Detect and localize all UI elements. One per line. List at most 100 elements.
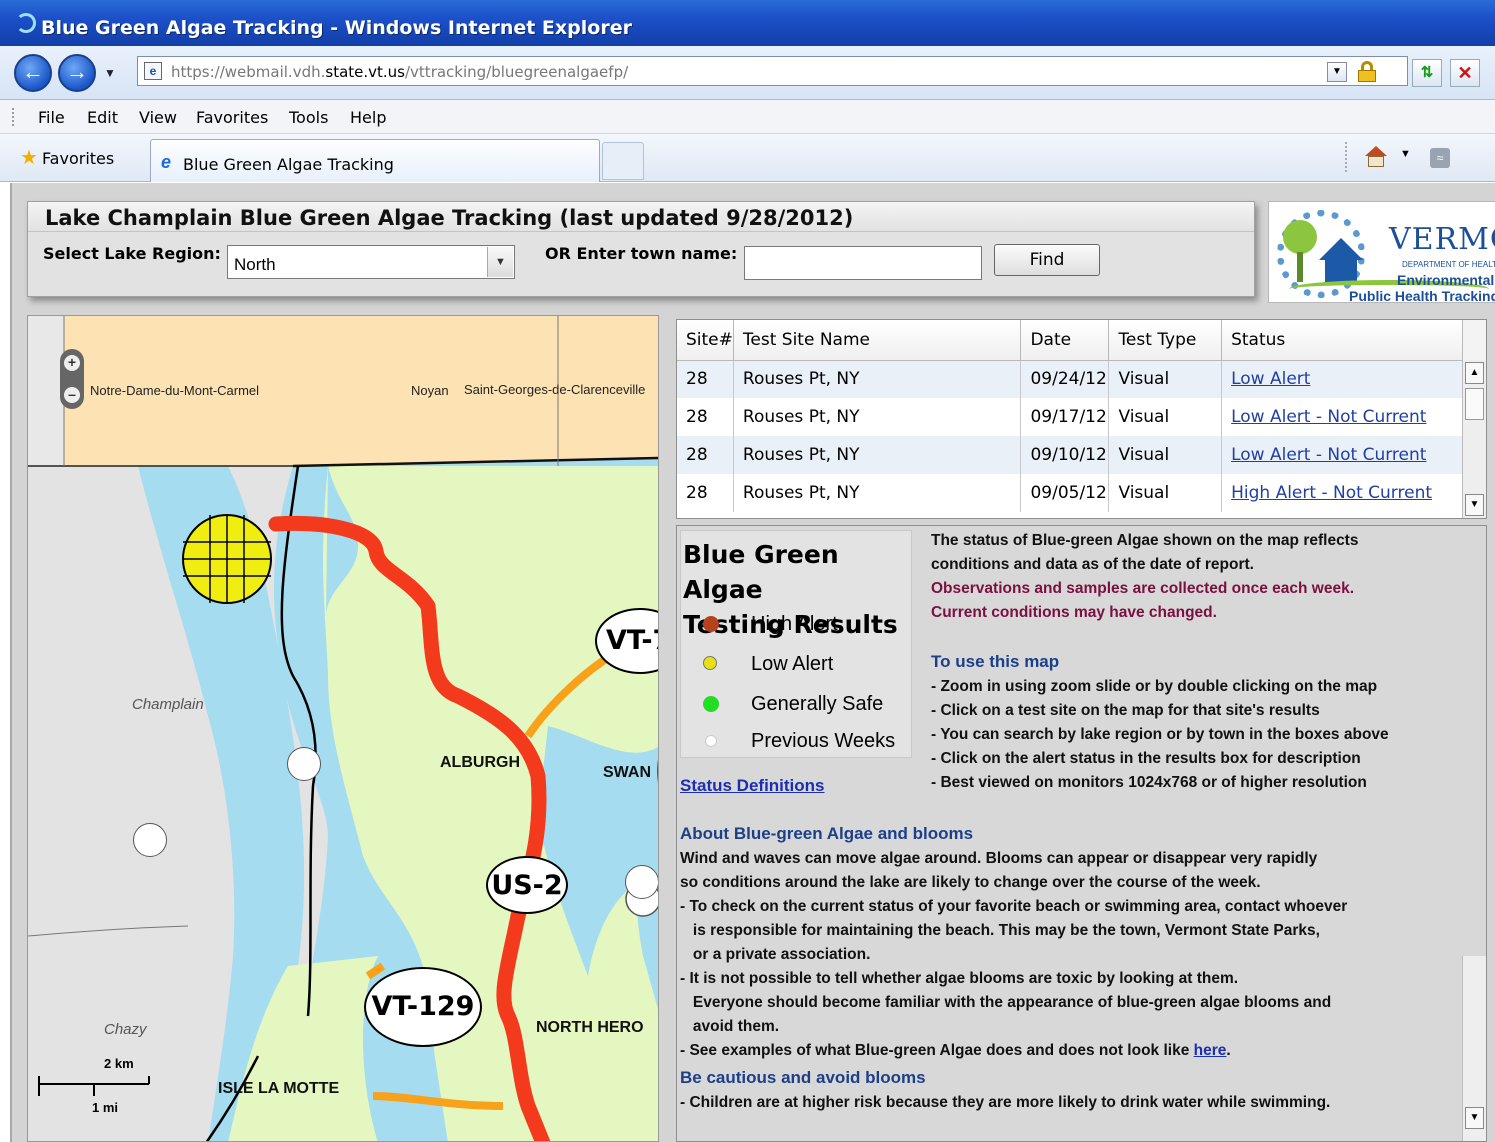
status-definitions-link[interactable]: Status Definitions [680, 776, 825, 796]
table-row[interactable]: 28 Rouses Pt, NY 09/24/12 Visual Low Ale… [677, 360, 1463, 398]
region-select[interactable]: North ▼ [227, 245, 515, 279]
menu-favorites[interactable]: Favorites [196, 108, 268, 127]
map-label-noyan: Noyan [411, 383, 449, 398]
table-row[interactable]: 28 Rouses Pt, NY 09/17/12 Visual Low Ale… [677, 398, 1463, 436]
notice-line: Observations and samples are collected o… [931, 580, 1354, 597]
url-prefix: https://webmail.vdh. [171, 63, 326, 81]
address-url[interactable]: https://webmail.vdh.state.vt.us/vttracki… [171, 63, 628, 81]
low-alert-site-marker [182, 514, 272, 604]
favorites-label: Favorites [41, 149, 115, 168]
logo-environmental: Environmental [1397, 272, 1495, 288]
cell-name: Rouses Pt, NY [733, 360, 1022, 398]
legend-label: Generally Safe [751, 693, 884, 715]
cell-date: 09/05/12 [1020, 474, 1110, 512]
scale-km-label: 2 km [104, 1056, 134, 1071]
scroll-down-icon[interactable]: ▼ [1465, 1107, 1484, 1129]
window-title: Blue Green Algae Tracking - Windows Inte… [41, 17, 632, 39]
safe-dot-icon [703, 696, 719, 712]
legend-item-low: Low Alert [681, 651, 913, 681]
algae-map[interactable]: + – Notre-Dame-du-Mont-Carmel Noyan Sain… [27, 315, 659, 1142]
menu-view[interactable]: View [139, 108, 177, 127]
status-link[interactable]: Low Alert - Not Current [1231, 445, 1426, 465]
tab-label: Blue Green Algae Tracking [183, 155, 394, 174]
logo-dept: DEPARTMENT OF HEALTH [1402, 260, 1495, 269]
how-to-item: - Zoom in using zoom slide or by double … [931, 678, 1378, 695]
info-scrollbar[interactable]: ▼ [1462, 956, 1486, 1141]
map-label-isle-la-motte: ISLE LA MOTTE [218, 1080, 340, 1097]
zoom-control[interactable]: + – [60, 349, 84, 409]
toolbar-separator [1345, 142, 1347, 172]
notice-line: Current conditions may have changed. [931, 604, 1217, 621]
col-name[interactable]: Test Site Name [733, 320, 1022, 361]
about-line: is responsible for maintaining the beach… [680, 922, 1320, 939]
region-select-value: North [234, 255, 276, 274]
legend-title-line1: Blue Green Algae [683, 540, 839, 604]
town-input[interactable] [744, 246, 982, 280]
new-tab-button[interactable] [602, 142, 644, 180]
cell-type: Visual [1108, 360, 1223, 398]
cell-status: Low Alert - Not Current [1221, 436, 1463, 474]
address-dropdown[interactable]: ▼ [1327, 62, 1347, 82]
forward-button[interactable]: → [58, 54, 96, 92]
address-toolbar: ← → ▼ e https://webmail.vdh.state.vt.us/… [0, 46, 1495, 100]
examples-suffix: . [1226, 1042, 1231, 1059]
ie-tab-icon: e [161, 152, 172, 172]
low-alert-grid-icon [703, 656, 717, 670]
status-link[interactable]: High Alert - Not Current [1231, 483, 1432, 503]
logo-vermont: VERMONT [1389, 222, 1495, 257]
status-link[interactable]: Low Alert [1231, 369, 1310, 389]
scroll-down-icon[interactable]: ▼ [1465, 494, 1484, 516]
col-type[interactable]: Test Type [1108, 320, 1223, 361]
results-scrollbar[interactable]: ▲ ▼ [1462, 360, 1486, 518]
find-button[interactable]: Find [994, 244, 1100, 276]
legend-item-high: High Alert [681, 611, 913, 641]
lock-icon[interactable] [1357, 61, 1377, 83]
menu-help[interactable]: Help [350, 108, 386, 127]
favorites-button[interactable]: ★ Favorites [20, 145, 114, 169]
examples-here-link[interactable]: here [1194, 1042, 1227, 1059]
legend-item-previous: Previous Weeks [681, 728, 913, 758]
col-status[interactable]: Status [1221, 320, 1463, 361]
high-alert-dot-icon [703, 616, 719, 632]
site-marker-previous[interactable] [287, 747, 321, 781]
chevron-down-icon[interactable]: ▼ [487, 247, 513, 277]
about-line: or a private association. [680, 946, 871, 963]
legend: Blue Green Algae Testing Results High Al… [680, 530, 912, 758]
scroll-thumb[interactable] [1465, 388, 1484, 420]
cell-type: Visual [1108, 436, 1223, 474]
results-table-panel: Site# Test Site Name Date Test Type Stat… [676, 319, 1487, 519]
zoom-out-icon[interactable]: – [64, 387, 80, 403]
map-label-champlain: Champlain [132, 696, 204, 713]
cell-site: 28 [677, 436, 734, 474]
previous-week-dot-icon [705, 735, 717, 747]
menu-tools[interactable]: Tools [289, 108, 328, 127]
menu-file[interactable]: File [38, 108, 65, 127]
home-dropdown[interactable]: ▼ [1400, 148, 1411, 160]
back-button[interactable]: ← [14, 54, 52, 92]
menu-edit[interactable]: Edit [87, 108, 118, 127]
page-icon: e [144, 62, 162, 80]
col-site[interactable]: Site# [677, 320, 734, 361]
status-link[interactable]: Low Alert - Not Current [1231, 407, 1426, 427]
home-icon[interactable] [1364, 146, 1388, 168]
examples-text: - See examples of what Blue-green Algae … [680, 1042, 1194, 1059]
map-label-chazy: Chazy [104, 1021, 147, 1038]
table-row[interactable]: 28 Rouses Pt, NY 09/05/12 Visual High Al… [677, 474, 1463, 512]
recent-pages-dropdown[interactable]: ▼ [104, 66, 116, 80]
route-shield-vt129: VT-129 [364, 967, 482, 1047]
address-bar[interactable]: e https://webmail.vdh.state.vt.us/vttrac… [137, 56, 1408, 86]
col-date[interactable]: Date [1020, 320, 1110, 361]
table-row[interactable]: 28 Rouses Pt, NY 09/10/12 Visual Low Ale… [677, 436, 1463, 474]
page-content: Lake Champlain Blue Green Algae Tracking… [10, 183, 1495, 1142]
site-marker-previous[interactable] [625, 865, 658, 899]
header-scroll-corner [1462, 320, 1486, 360]
region-label: Select Lake Region: [43, 244, 221, 263]
scroll-up-icon[interactable]: ▲ [1465, 362, 1484, 384]
tab-blue-green-algae[interactable]: e Blue Green Algae Tracking [150, 139, 600, 182]
feeds-icon[interactable]: ≈ [1430, 148, 1450, 168]
refresh-button[interactable]: ⇅ [1412, 59, 1442, 87]
zoom-in-icon[interactable]: + [64, 355, 80, 371]
site-marker-previous[interactable] [133, 823, 167, 857]
cell-type: Visual [1108, 398, 1223, 436]
stop-button[interactable]: ✕ [1450, 59, 1480, 87]
